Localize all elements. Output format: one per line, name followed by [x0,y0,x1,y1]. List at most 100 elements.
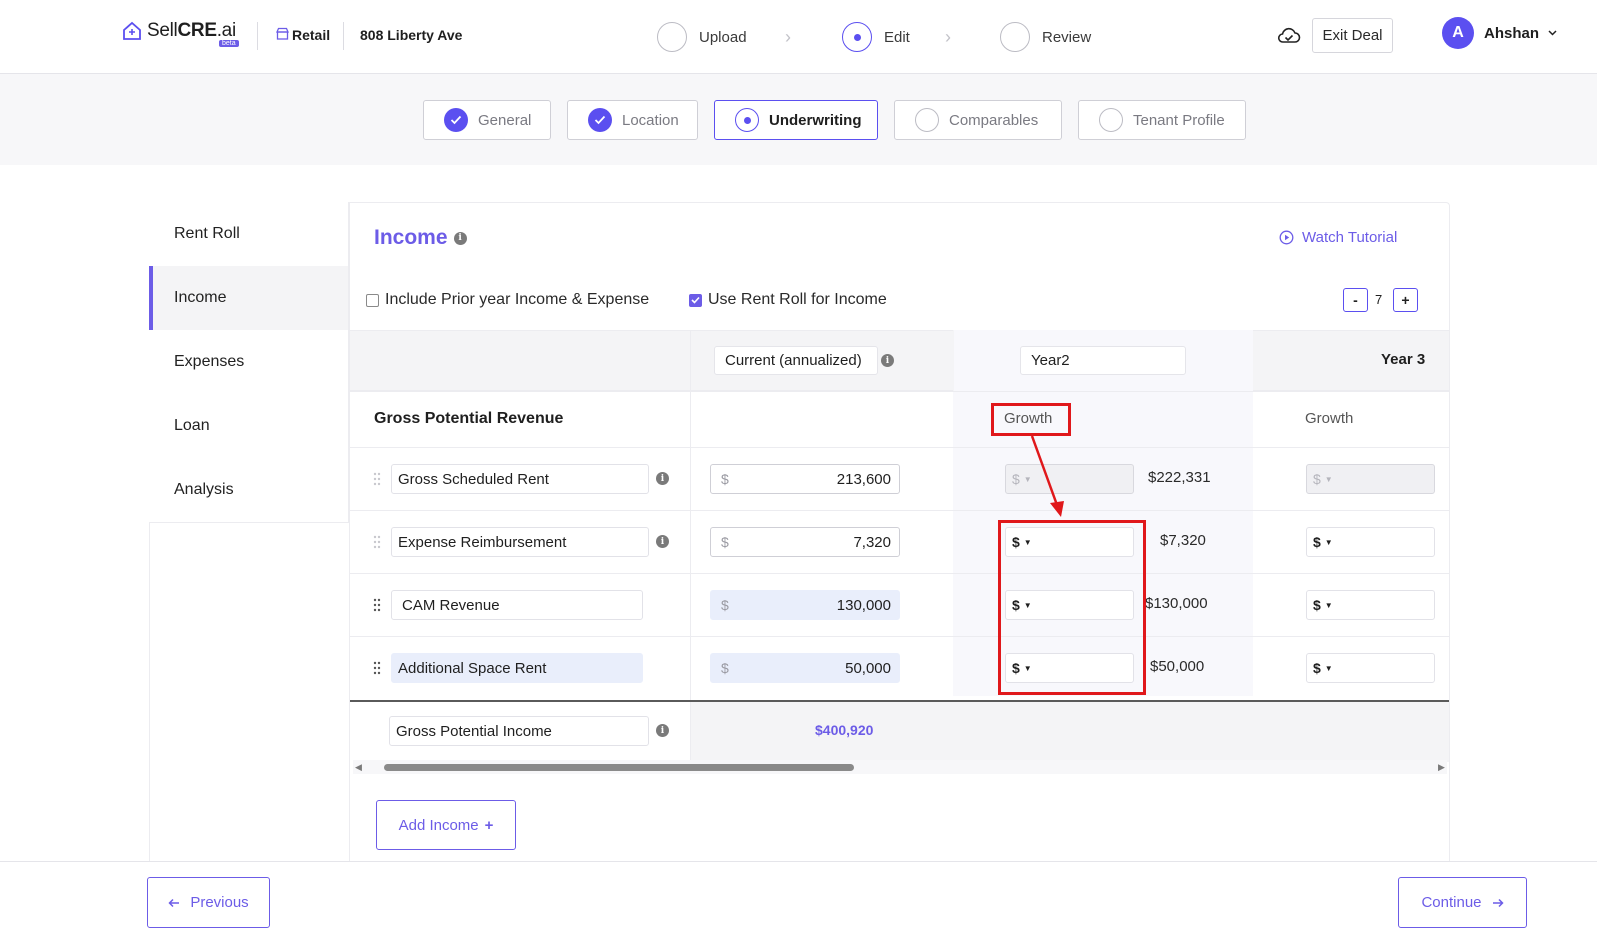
years-decrement-button[interactable]: - [1343,288,1368,312]
currency-symbol: $ [721,534,729,550]
column-divider [690,330,691,762]
caret-down-icon: ▼ [1324,537,1333,547]
year3-growth-input[interactable]: $ ▼ [1306,527,1435,557]
tab-comparables[interactable]: Comparables [894,100,1062,140]
chevron-down-icon[interactable] [1548,30,1557,36]
sidenav-item-loan[interactable]: Loan [149,394,348,458]
previous-button[interactable]: Previous [147,877,270,928]
year2-value: $7,320 [1160,532,1206,549]
income-name: Additional Space Rent [398,659,547,677]
growth-unit: $ [1313,471,1321,487]
user-name[interactable]: Ahshan [1484,25,1539,42]
year3-growth-input: $ ▼ [1306,464,1435,494]
step-label: Review [1042,28,1092,46]
current-amount-input[interactable]: $213,600 [710,464,900,494]
income-name: Expense Reimbursement [398,533,567,551]
arrow-left-icon [168,898,180,908]
table-header [350,330,1449,391]
row-divider [350,573,1449,574]
info-icon[interactable]: i [453,231,467,245]
scroll-left-icon[interactable]: ◀ [355,762,362,773]
step-edit[interactable]: Edit [842,22,910,52]
continue-button[interactable]: Continue [1398,877,1527,928]
income-section-title: Income i [374,226,467,250]
step-upload[interactable]: Upload [657,22,747,52]
watch-tutorial-link[interactable]: Watch Tutorial [1279,229,1397,246]
circle-icon [915,108,939,132]
tab-general[interactable]: General [423,100,551,140]
avatar[interactable]: A [1442,17,1474,49]
income-name-input[interactable]: Expense Reimbursement [391,527,649,557]
step-active-icon [842,22,872,52]
income-name-input[interactable]: Gross Scheduled Rent [391,464,649,494]
column-title: Current (annualized) [725,352,862,369]
store-icon [276,27,289,40]
row-divider [350,447,1449,448]
step-label: Edit [884,28,910,46]
drag-handle-icon[interactable] [373,598,381,612]
sidenav-item-analysis[interactable]: Analysis [149,458,348,522]
tab-location[interactable]: Location [567,100,698,140]
beta-badge: beta [219,40,239,47]
scrollbar-thumb[interactable] [384,764,854,771]
active-dot-icon [735,108,759,132]
total-label: Gross Potential Income [396,722,552,740]
currency-symbol: $ [721,471,729,487]
column-title: Year2 [1031,352,1070,369]
year2-value: $130,000 [1145,595,1208,612]
row-divider [350,391,1449,392]
year3-growth-input[interactable]: $ ▼ [1306,590,1435,620]
year3-growth-input[interactable]: $ ▼ [1306,653,1435,683]
tab-tenant-profile[interactable]: Tenant Profile [1078,100,1246,140]
use-rent-roll-checkbox[interactable] [689,293,702,307]
info-icon[interactable]: i [881,354,894,367]
include-prior-checkbox-row[interactable]: Include Prior year Income & Expense [366,291,649,309]
current-amount-input[interactable]: $50,000 [710,653,900,683]
step-review[interactable]: Review [1000,22,1091,52]
years-increment-button[interactable]: + [1393,288,1418,312]
exit-deal-button[interactable]: Exit Deal [1312,18,1393,53]
use-rent-roll-checkbox-row[interactable]: Use Rent Roll for Income [689,291,887,309]
info-icon[interactable]: i [656,472,669,485]
add-income-label: Add Income [398,816,479,834]
info-icon[interactable]: i [656,535,669,548]
income-name-input[interactable]: CAM Revenue [391,590,643,620]
year2-name-input[interactable]: Year2 [1020,346,1186,375]
step-circle-icon [1000,22,1030,52]
amount-value: 50,000 [845,659,891,677]
check-icon [588,108,612,132]
current-column-header: Current (annualized) [714,346,878,375]
row-divider [350,510,1449,511]
logo[interactable]: SellCRE.ai beta [121,20,239,47]
annotation-growth-fields-highlight [998,520,1146,695]
add-income-button[interactable]: Add Income + [376,800,516,850]
tab-underwriting[interactable]: Underwriting [714,100,878,140]
annotation-growth-highlight [991,403,1071,436]
tab-label: Underwriting [769,111,862,129]
watch-tutorial-label: Watch Tutorial [1302,229,1398,246]
sidenav-item-rent-roll[interactable]: Rent Roll [149,202,348,266]
step-label: Upload [699,28,747,46]
section-gross-potential-revenue: Gross Potential Revenue [374,410,564,427]
tab-label: Comparables [949,111,1039,129]
caret-down-icon: ▼ [1324,600,1333,610]
main-divider [349,202,350,862]
current-amount-input[interactable]: $130,000 [710,590,900,620]
income-name-input[interactable]: Additional Space Rent [391,653,643,683]
underwriting-sidenav: Rent Roll Income Expenses Loan Analysis [149,202,349,523]
include-prior-checkbox[interactable] [366,293,379,307]
drag-handle-icon[interactable] [373,472,381,486]
logo-house-icon [121,20,143,42]
scroll-right-icon[interactable]: ▶ [1438,762,1445,773]
drag-handle-icon[interactable] [373,535,381,549]
sidenav-item-income[interactable]: Income [149,266,348,330]
info-icon[interactable]: i [656,724,669,737]
income-name: CAM Revenue [402,596,500,614]
drag-handle-icon[interactable] [373,661,381,675]
tab-label: General [478,111,532,129]
current-amount-input[interactable]: $7,320 [710,527,900,557]
currency-symbol: $ [721,597,729,613]
sidenav-item-expenses[interactable]: Expenses [149,330,348,394]
total-name-input[interactable]: Gross Potential Income [389,716,649,746]
chevron-right-icon: › [945,27,951,47]
